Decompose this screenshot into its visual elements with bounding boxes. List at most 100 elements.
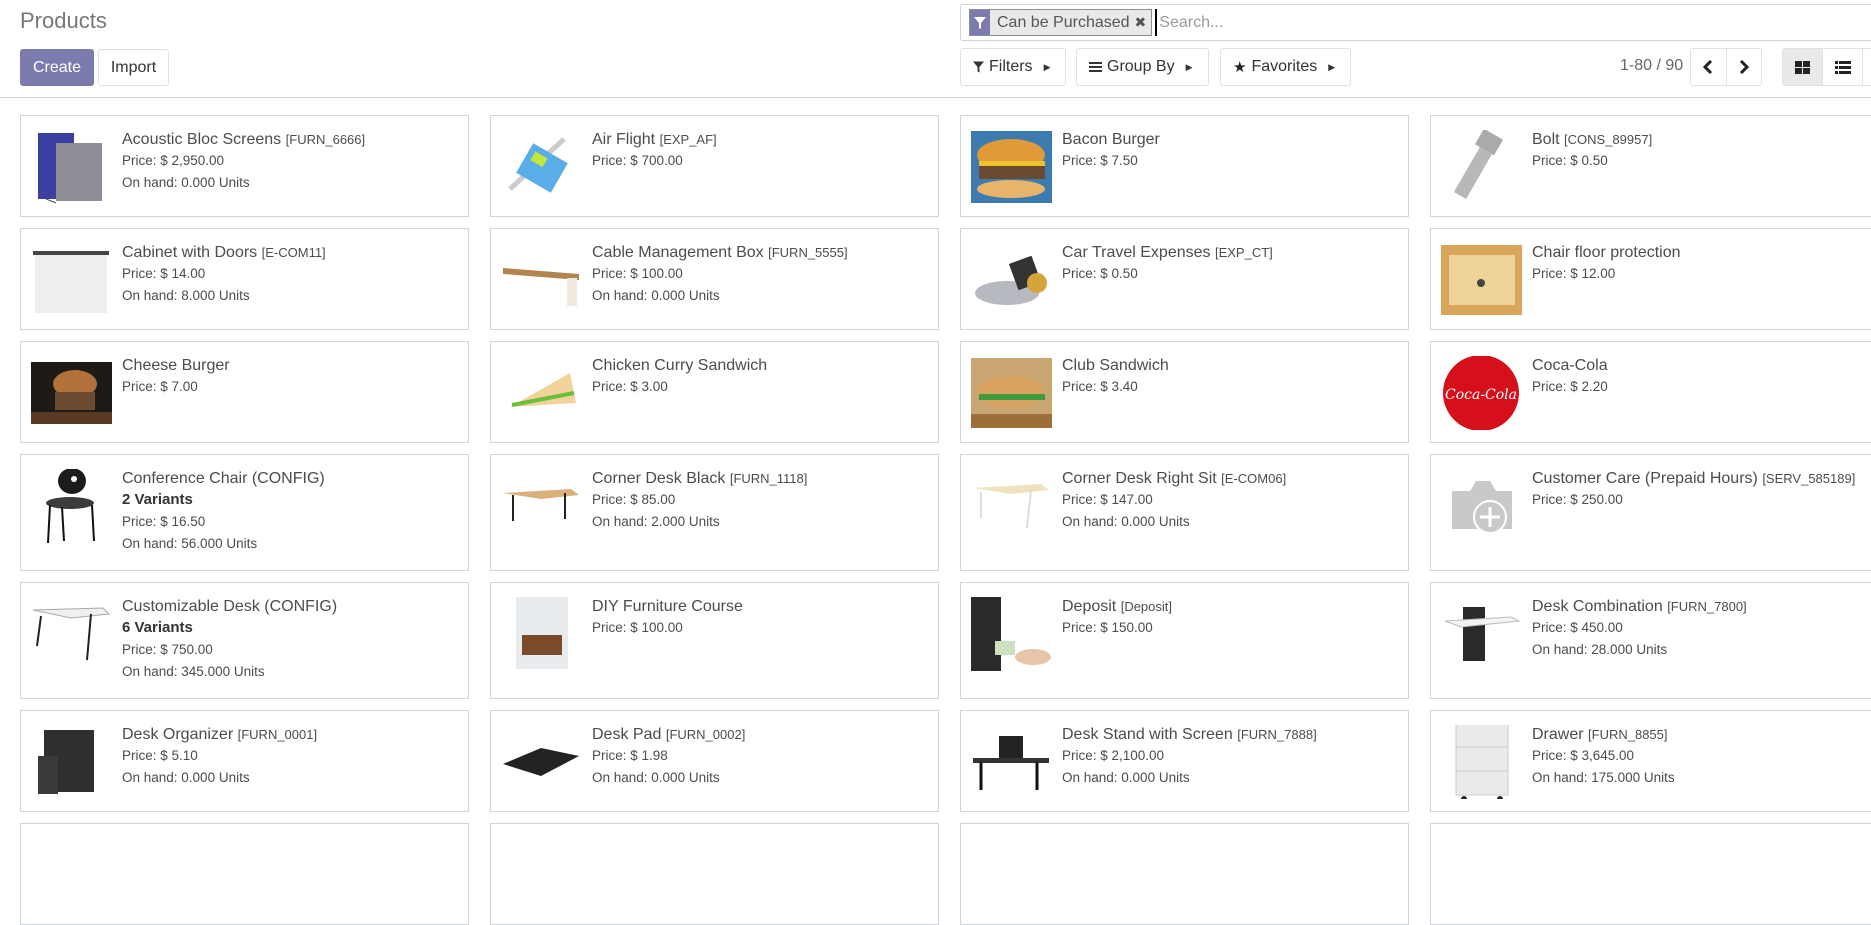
organizer-image [31, 725, 112, 799]
caret-right-icon: ▶ [1328, 61, 1336, 72]
product-onhand: On hand: 56.000 Units [122, 536, 258, 551]
product-name: Acoustic Bloc Screens [122, 131, 282, 148]
product-name-line: Customizable Desk (CONFIG) [122, 597, 458, 617]
club-sandwich-image [971, 356, 1052, 430]
product-price: Price: $ 7.50 [1062, 153, 1138, 168]
product-card[interactable]: Drawer [FURN_8855] Price: $ 3,645.00 On … [1430, 710, 1871, 812]
kanban-view-button[interactable] [1783, 49, 1823, 85]
product-code: [CONS_89957] [1564, 132, 1653, 147]
product-name-line: Cheese Burger [122, 356, 458, 376]
product-name: DIY Furniture Course [592, 598, 743, 615]
product-card[interactable]: Cheese Burger Price: $ 7.00 [20, 341, 469, 443]
create-button[interactable]: Create [20, 49, 94, 86]
product-name: Customer Care (Prepaid Hours) [1532, 470, 1758, 487]
product-card[interactable] [20, 823, 469, 925]
product-name: Desk Stand with Screen [1062, 726, 1233, 743]
control-panel: Products Create Import Can be Purchased … [0, 0, 1871, 98]
import-button[interactable]: Import [98, 49, 169, 86]
product-card[interactable]: Air Flight [EXP_AF] Price: $ 700.00 [490, 115, 939, 217]
product-card[interactable]: Club Sandwich Price: $ 3.40 [960, 341, 1409, 443]
product-price: Price: $ 5.10 [122, 748, 198, 763]
product-card[interactable]: Deposit [Deposit] Price: $ 150.00 [960, 582, 1409, 699]
product-name-line: Customer Care (Prepaid Hours) [SERV_5851… [1532, 469, 1868, 489]
product-card[interactable]: Customizable Desk (CONFIG) 6 Variants Pr… [20, 582, 469, 699]
product-name: Conference Chair (CONFIG) [122, 470, 325, 487]
desk-white-image [971, 469, 1052, 543]
product-card[interactable]: Desk Stand with Screen [FURN_7888] Price… [960, 710, 1409, 812]
bolt-image [1441, 130, 1522, 204]
favorites-label: Favorites [1251, 58, 1318, 75]
product-price: Price: $ 100.00 [592, 266, 683, 281]
product-name-line: Desk Organizer [FURN_0001] [122, 725, 458, 745]
filters-button[interactable]: Filters ▶ [960, 48, 1066, 86]
cheese-burger-image [31, 356, 112, 430]
product-onhand: On hand: 28.000 Units [1532, 642, 1668, 657]
product-code: [FURN_0002] [665, 727, 746, 742]
product-onhand: On hand: 175.000 Units [1532, 770, 1675, 785]
product-card[interactable]: Acoustic Bloc Screens [FURN_6666] Price:… [20, 115, 469, 217]
product-card[interactable]: Chair floor protection Price: $ 12.00 [1430, 228, 1871, 330]
product-onhand: On hand: 345.000 Units [122, 664, 265, 679]
facet-label: Can be Purchased [997, 13, 1130, 31]
product-card[interactable]: Corner Desk Right Sit [E-COM06] Price: $… [960, 454, 1409, 571]
book-image [501, 597, 582, 671]
product-card[interactable]: Conference Chair (CONFIG) 2 Variants Pri… [20, 454, 469, 571]
product-card[interactable]: Corner Desk Black [FURN_1118] Price: $ 8… [490, 454, 939, 571]
bars-icon [1089, 62, 1102, 72]
list-view-button[interactable] [1822, 49, 1861, 85]
product-card[interactable]: Desk Pad [FURN_0002] Price: $ 1.98 On ha… [490, 710, 939, 812]
product-card[interactable]: DIY Furniture Course Price: $ 100.00 [490, 582, 939, 699]
product-name: Bolt [1532, 131, 1560, 148]
pager-previous-button[interactable] [1691, 49, 1726, 85]
product-price: Price: $ 14.00 [122, 266, 206, 281]
product-card[interactable] [1430, 823, 1871, 925]
pager-next-button[interactable] [1725, 49, 1762, 85]
product-name-line: Desk Stand with Screen [FURN_7888] [1062, 725, 1398, 745]
caret-right-icon: ▶ [1043, 61, 1051, 72]
product-price: Price: $ 750.00 [122, 642, 213, 657]
product-card[interactable]: Chicken Curry Sandwich Price: $ 3.00 [490, 341, 939, 443]
product-card[interactable]: Bacon Burger Price: $ 7.50 [960, 115, 1409, 217]
product-name-line: Acoustic Bloc Screens [FURN_6666] [122, 130, 458, 150]
chevron-right-icon [1739, 60, 1749, 74]
product-card[interactable]: Coca-Cola Coca-Cola Price: $ 2.20 [1430, 341, 1871, 443]
product-name-line: Chicken Curry Sandwich [592, 356, 928, 376]
product-name: Customizable Desk (CONFIG) [122, 598, 338, 615]
chair-image [31, 469, 112, 543]
product-card[interactable]: Cabinet with Doors [E-COM11] Price: $ 14… [20, 228, 469, 330]
product-code: [FURN_7800] [1667, 599, 1747, 614]
filter-icon [973, 61, 984, 73]
pager-value[interactable]: 1-80 / 90 [1620, 57, 1683, 75]
product-card[interactable]: Desk Organizer [FURN_0001] Price: $ 5.10… [20, 710, 469, 812]
product-name-line: Car Travel Expenses [EXP_CT] [1062, 243, 1398, 263]
product-name: Drawer [1532, 726, 1584, 743]
product-card[interactable]: Cable Management Box [FURN_5555] Price: … [490, 228, 939, 330]
search-input[interactable] [1155, 9, 1756, 36]
product-name: Bacon Burger [1062, 131, 1160, 148]
product-name-line: Club Sandwich [1062, 356, 1398, 376]
view-button[interactable] [1861, 49, 1871, 85]
star-icon: ★ [1233, 59, 1247, 76]
product-card[interactable]: Car Travel Expenses [EXP_CT] Price: $ 0.… [960, 228, 1409, 330]
group-by-label: Group By [1107, 58, 1175, 75]
product-card[interactable]: Desk Combination [FURN_7800] Price: $ 45… [1430, 582, 1871, 699]
product-card[interactable] [960, 823, 1409, 925]
page-title: Products [20, 8, 107, 33]
close-icon[interactable]: ✖ [1135, 10, 1152, 35]
product-image [971, 838, 1052, 912]
group-by-button[interactable]: Group By ▶ [1076, 48, 1209, 86]
product-name-line: Air Flight [EXP_AF] [592, 130, 928, 150]
product-onhand: On hand: 0.000 Units [592, 288, 720, 303]
product-price: Price: $ 450.00 [1532, 620, 1623, 635]
product-name: Coca-Cola [1532, 357, 1608, 374]
product-onhand: On hand: 0.000 Units [122, 770, 250, 785]
product-price: Price: $ 100.00 [592, 620, 683, 635]
product-name-line: Corner Desk Black [FURN_1118] [592, 469, 928, 489]
favorites-button[interactable]: ★ Favorites ▶ [1220, 48, 1351, 86]
product-card[interactable] [490, 823, 939, 925]
product-card[interactable]: Bolt [CONS_89957] Price: $ 0.50 [1430, 115, 1871, 217]
product-onhand: On hand: 8.000 Units [122, 288, 250, 303]
product-price: Price: $ 0.50 [1062, 266, 1138, 281]
kanban-view: Acoustic Bloc Screens [FURN_6666] Price:… [20, 115, 1871, 925]
product-card[interactable]: Customer Care (Prepaid Hours) [SERV_5851… [1430, 454, 1871, 571]
